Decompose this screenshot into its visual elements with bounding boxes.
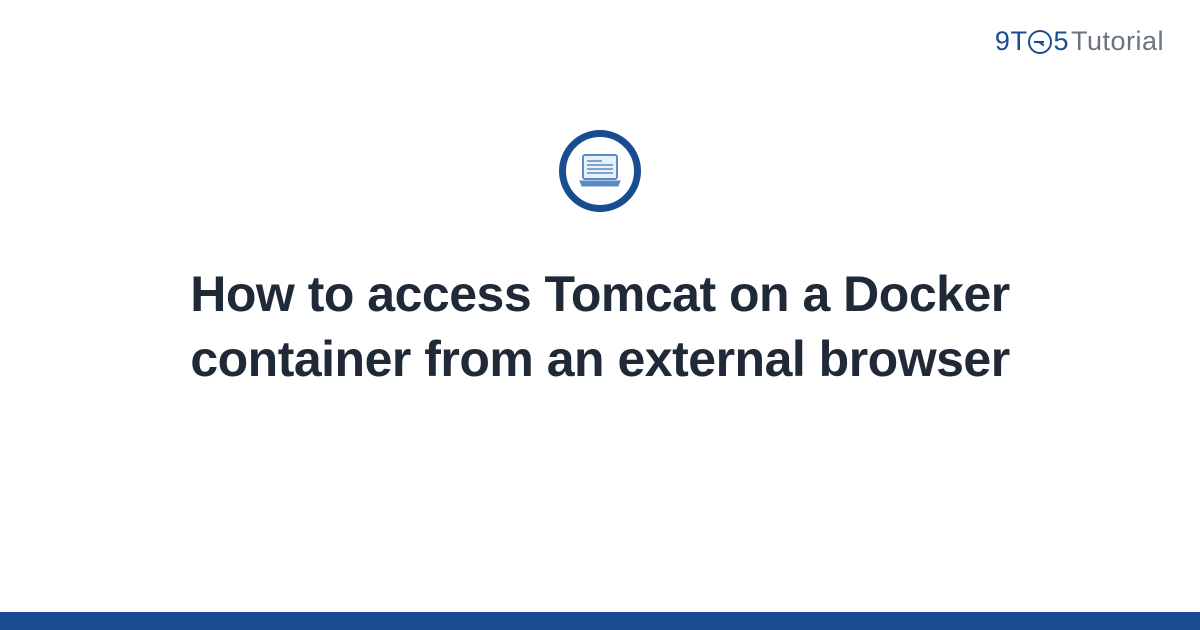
logo-text-5: 5 bbox=[1053, 26, 1069, 57]
logo-text-tutorial: Tutorial bbox=[1071, 26, 1164, 57]
clock-icon bbox=[1028, 30, 1052, 54]
header: 9T 5 Tutorial bbox=[995, 26, 1164, 57]
article-title: How to access Tomcat on a Docker contain… bbox=[140, 262, 1060, 392]
main-content: How to access Tomcat on a Docker contain… bbox=[0, 130, 1200, 392]
laptop-icon bbox=[578, 153, 622, 189]
logo-text-9t: 9T bbox=[995, 26, 1028, 57]
site-logo[interactable]: 9T 5 Tutorial bbox=[995, 26, 1164, 57]
footer-bar bbox=[0, 612, 1200, 630]
article-icon-circle bbox=[559, 130, 641, 212]
